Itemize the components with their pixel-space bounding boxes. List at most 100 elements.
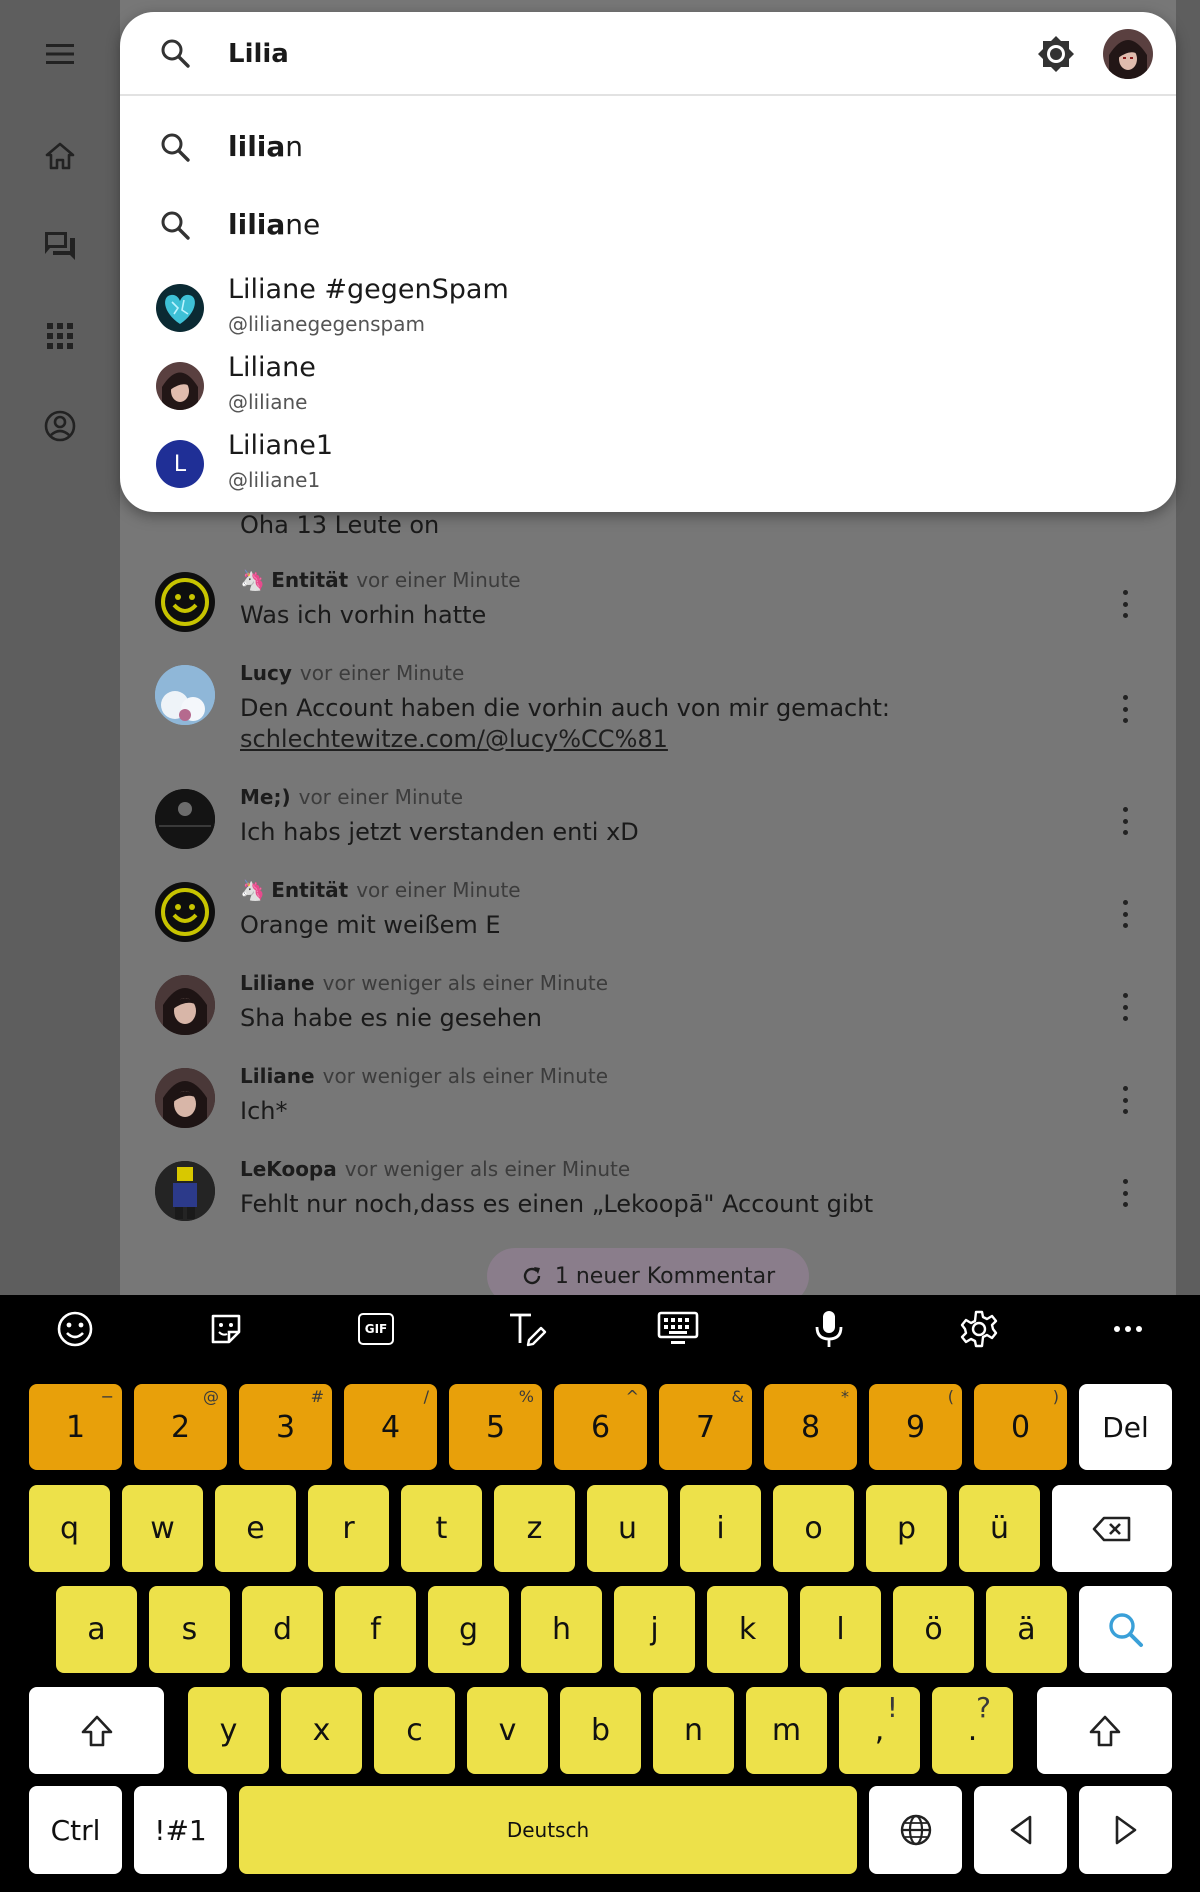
key-s[interactable]: s xyxy=(149,1586,230,1673)
handwriting-icon[interactable] xyxy=(505,1309,549,1349)
key-o-umlaut[interactable]: ö xyxy=(893,1586,974,1673)
forum-icon[interactable] xyxy=(30,216,90,276)
comment-text: Ich* xyxy=(240,1097,288,1125)
more-options-icon[interactable] xyxy=(1115,695,1135,723)
key-i[interactable]: i xyxy=(680,1485,761,1572)
key-v[interactable]: v xyxy=(467,1687,548,1774)
key-1[interactable]: 1− xyxy=(29,1384,122,1470)
more-options-icon[interactable] xyxy=(1115,1086,1135,1114)
gif-icon[interactable]: GIF xyxy=(354,1309,398,1349)
key-j[interactable]: j xyxy=(614,1586,695,1673)
search-icon[interactable] xyxy=(156,34,196,74)
comment-author[interactable]: Entität xyxy=(271,878,348,902)
sticker-icon[interactable] xyxy=(204,1309,248,1349)
space-key[interactable]: Deutsch xyxy=(239,1786,857,1874)
key-m[interactable]: m xyxy=(746,1687,827,1774)
avatar[interactable] xyxy=(155,975,215,1035)
key-6[interactable]: 6 ^ xyxy=(554,1384,647,1470)
key-g[interactable]: g xyxy=(428,1586,509,1673)
avatar[interactable] xyxy=(155,665,215,725)
symbols-key[interactable]: !#1 xyxy=(134,1786,227,1874)
key-u-umlaut[interactable]: ü xyxy=(959,1485,1040,1572)
key-d[interactable]: d xyxy=(242,1586,323,1673)
search-suggestion[interactable]: lilian xyxy=(120,110,1176,186)
key-9[interactable]: 9( xyxy=(869,1384,962,1470)
key-2[interactable]: 2 @ xyxy=(134,1384,227,1470)
key-5[interactable]: 5% xyxy=(449,1384,542,1470)
user-result[interactable]: Liliane @liliane xyxy=(120,350,1176,428)
key-f[interactable]: f xyxy=(335,1586,416,1673)
mic-icon[interactable] xyxy=(807,1309,851,1349)
language-key[interactable] xyxy=(869,1786,962,1874)
comment-author[interactable]: Liliane xyxy=(240,971,315,995)
home-icon[interactable] xyxy=(30,126,90,186)
user-result[interactable]: Liliane #gegenSpam @lilianegegenspam xyxy=(120,272,1176,350)
key-w[interactable]: w xyxy=(122,1485,203,1572)
keyboard-icon[interactable] xyxy=(656,1309,700,1349)
delete-key[interactable]: Del xyxy=(1079,1384,1172,1470)
key-p[interactable]: p xyxy=(866,1485,947,1572)
search-suggestion[interactable]: liliane xyxy=(120,188,1176,264)
key-t[interactable]: t xyxy=(401,1485,482,1572)
shift-key-left[interactable] xyxy=(29,1687,164,1774)
key-0[interactable]: 0) xyxy=(974,1384,1067,1470)
key-h[interactable]: h xyxy=(521,1586,602,1673)
more-options-icon[interactable] xyxy=(1115,900,1135,928)
shift-key-right[interactable] xyxy=(1037,1687,1172,1774)
comment-item: Liliane vor weniger als einer Minute Sha … xyxy=(155,971,1155,1041)
cursor-right-key[interactable] xyxy=(1079,1786,1172,1874)
comment-link[interactable]: schlechtewitze.com/@lucy%CC%81 xyxy=(240,725,668,753)
key-comma[interactable]: ,! xyxy=(839,1687,920,1774)
avatar[interactable] xyxy=(155,882,215,942)
key-o[interactable]: o xyxy=(773,1485,854,1572)
search-key[interactable] xyxy=(1079,1586,1172,1673)
key-3[interactable]: 3 # xyxy=(239,1384,332,1470)
comment-meta: Liliane vor weniger als einer Minute xyxy=(240,971,608,995)
comment-author[interactable]: Lucy xyxy=(240,661,292,685)
key-x[interactable]: x xyxy=(281,1687,362,1774)
key-a-umlaut[interactable]: ä xyxy=(986,1586,1067,1673)
brightness-icon[interactable] xyxy=(1034,32,1078,76)
key-z[interactable]: z xyxy=(494,1485,575,1572)
menu-icon[interactable] xyxy=(30,24,90,84)
more-options-icon[interactable] xyxy=(1115,1179,1135,1207)
emoji-icon[interactable] xyxy=(53,1309,97,1349)
more-icon[interactable] xyxy=(1106,1309,1150,1349)
account-icon[interactable] xyxy=(30,396,90,456)
comment-author[interactable]: Liliane xyxy=(240,1064,315,1088)
key-7[interactable]: 7 & xyxy=(659,1384,752,1470)
shift-icon xyxy=(81,1715,112,1746)
avatar[interactable] xyxy=(155,1068,215,1128)
key-b[interactable]: b xyxy=(560,1687,641,1774)
key-a[interactable]: a xyxy=(56,1586,137,1673)
comment-author[interactable]: LeKoopa xyxy=(240,1157,337,1181)
backspace-key[interactable] xyxy=(1052,1485,1172,1572)
ctrl-key[interactable]: Ctrl xyxy=(29,1786,122,1874)
key-l[interactable]: l xyxy=(800,1586,881,1673)
key-u[interactable]: u xyxy=(587,1485,668,1572)
key-r[interactable]: r xyxy=(308,1485,389,1572)
avatar[interactable] xyxy=(155,789,215,849)
cursor-left-key[interactable] xyxy=(974,1786,1067,1874)
avatar[interactable] xyxy=(155,1161,215,1221)
key-n[interactable]: n xyxy=(653,1687,734,1774)
profile-avatar[interactable] xyxy=(1103,29,1153,79)
more-options-icon[interactable] xyxy=(1115,590,1135,618)
key-4[interactable]: 4/ xyxy=(344,1384,437,1470)
key-k[interactable]: k xyxy=(707,1586,788,1673)
key-e[interactable]: e xyxy=(215,1485,296,1572)
key-period[interactable]: .? xyxy=(932,1687,1013,1774)
avatar[interactable] xyxy=(155,572,215,632)
comment-author[interactable]: Entität xyxy=(271,568,348,592)
key-q[interactable]: q xyxy=(29,1485,110,1572)
apps-icon[interactable] xyxy=(30,306,90,366)
key-8[interactable]: 8 * xyxy=(764,1384,857,1470)
search-input[interactable] xyxy=(228,32,928,76)
key-c[interactable]: c xyxy=(374,1687,455,1774)
key-y[interactable]: y xyxy=(188,1687,269,1774)
settings-icon[interactable] xyxy=(957,1309,1001,1349)
user-result[interactable]: L Liliane1 @liliane1 xyxy=(120,428,1176,506)
more-options-icon[interactable] xyxy=(1115,807,1135,835)
comment-author[interactable]: Me;) xyxy=(240,785,291,809)
more-options-icon[interactable] xyxy=(1115,993,1135,1021)
